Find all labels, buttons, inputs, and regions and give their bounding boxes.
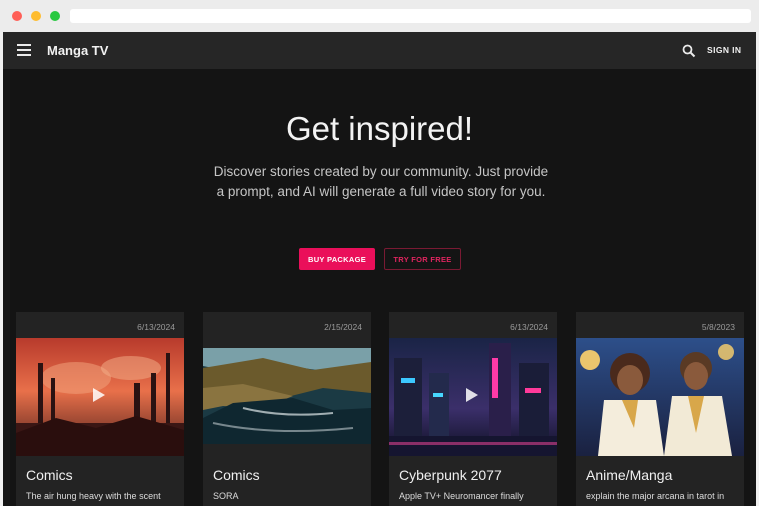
sign-in-button[interactable]: SIGN IN <box>707 45 741 55</box>
menu-icon[interactable] <box>17 44 31 56</box>
hero-title: Get inspired! <box>285 110 474 147</box>
story-card[interactable]: 6/13/2024 <box>389 312 557 506</box>
card-date: 6/13/2024 <box>137 322 175 332</box>
minimize-window-button[interactable] <box>31 11 41 21</box>
card-title: Comics <box>213 467 260 483</box>
play-icon[interactable] <box>466 388 478 402</box>
brand-title[interactable]: Manga TV <box>47 43 108 58</box>
card-thumbnail <box>389 338 557 456</box>
card-description: Apple TV+ Neuromancer finally <box>399 491 524 501</box>
card-title: Comics <box>26 467 73 483</box>
card-description: The air hung heavy with the scent <box>26 491 161 501</box>
card-date: 5/8/2023 <box>701 322 735 332</box>
card-title: Anime/Manga <box>586 467 673 483</box>
page: Manga TV SIGN IN Get inspired! Discover … <box>3 32 756 506</box>
card-thumbnail <box>16 338 184 456</box>
close-window-button[interactable] <box>12 11 22 21</box>
card-thumbnail <box>576 338 744 456</box>
hero-subtitle: Discover stories created by our communit… <box>213 164 549 199</box>
card-thumbnail <box>203 348 371 444</box>
search-icon[interactable] <box>682 44 696 58</box>
story-card[interactable]: 2/15/2024 Comics SORA <box>203 312 371 506</box>
card-title: Cyberpunk 2077 <box>399 467 502 483</box>
buy-package-button[interactable]: BUY PACKAGE <box>299 248 375 270</box>
card-description: explain the major arcana in tarot in <box>586 491 725 501</box>
app-bar: Manga TV SIGN IN <box>3 32 756 69</box>
maximize-window-button[interactable] <box>50 11 60 21</box>
try-for-free-button[interactable]: TRY FOR FREE <box>384 248 461 270</box>
card-description: SORA <box>213 491 239 501</box>
story-card[interactable]: 6/13/2024 <box>16 312 184 506</box>
card-date: 2/15/2024 <box>324 322 362 332</box>
browser-chrome <box>0 0 759 32</box>
play-icon[interactable] <box>93 388 105 402</box>
story-card[interactable]: 5/8/2023 Anime/Manga explain the major a… <box>576 312 744 506</box>
address-bar[interactable] <box>70 9 751 23</box>
card-date: 6/13/2024 <box>510 322 548 332</box>
